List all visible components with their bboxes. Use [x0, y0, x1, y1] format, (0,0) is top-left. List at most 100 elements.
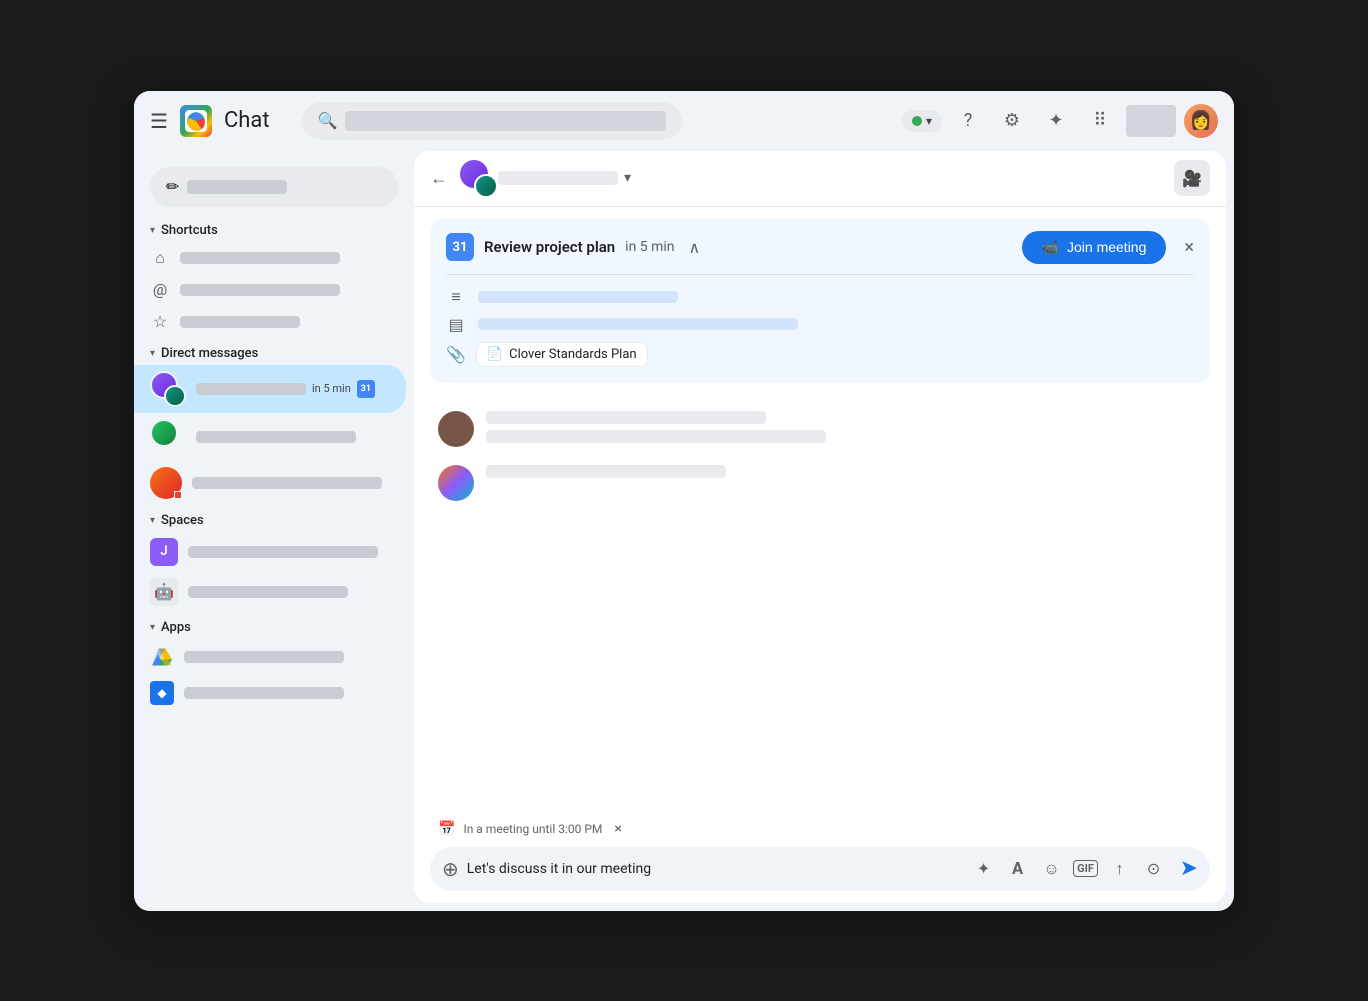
space-name-1: [188, 546, 378, 558]
apps-grid-icon: ⠿: [1093, 110, 1106, 131]
meeting-status-bar: 📅 In a meeting until 3:00 PM ×: [430, 817, 1210, 841]
space-item-1[interactable]: J: [134, 532, 406, 572]
top-bar-actions: ▾ ? ⚙ ✦ ⠿ 👩: [902, 103, 1218, 139]
search-bar[interactable]: 🔍: [302, 102, 682, 140]
chat-header: ← ▾ 🎥: [414, 151, 1226, 207]
list-icon: ≡: [446, 287, 466, 307]
sidebar: ✏ ▾ Shortcuts ⌂ @ ☆ ▾: [134, 151, 414, 911]
space-avatar-j: J: [150, 538, 178, 566]
user-name-placeholder: [1126, 105, 1176, 137]
message-line-1-2: [486, 430, 826, 443]
dm-item-3[interactable]: [134, 461, 406, 505]
sparkle-icon: ✦: [977, 859, 990, 878]
dm-section-header[interactable]: ▾ Direct messages: [134, 338, 414, 365]
message-avatar-1: [438, 411, 474, 447]
send-button[interactable]: ➤: [1180, 856, 1198, 881]
app-diamond-label: [184, 687, 344, 699]
message-avatar-2: [438, 465, 474, 501]
upload-button[interactable]: ↑: [1106, 855, 1134, 883]
meeting-detail-row-2: ▤: [446, 311, 1194, 338]
settings-button[interactable]: ⚙: [994, 103, 1030, 139]
space-name-2: [188, 586, 348, 598]
status-indicator[interactable]: ▾: [902, 110, 942, 132]
search-input[interactable]: [345, 111, 665, 131]
upload-icon: ↑: [1116, 859, 1124, 879]
menu-icon[interactable]: ☰: [150, 109, 168, 133]
mic-button[interactable]: ⊙: [1140, 855, 1168, 883]
dm-item-2[interactable]: [134, 413, 406, 461]
detail-2: [478, 318, 798, 330]
dm-info-active: in 5 min 31: [196, 380, 390, 398]
dm-item-active[interactable]: in 5 min 31: [134, 365, 406, 413]
message-input[interactable]: Let's discuss it in our meeting: [467, 861, 962, 877]
video-call-button[interactable]: 🎥: [1174, 160, 1210, 196]
diamond-icon: ◆: [150, 681, 174, 705]
dm-info-2: [196, 431, 390, 443]
message-content-2: [486, 465, 1202, 484]
message-line-2-1: [486, 465, 726, 478]
meeting-detail-row-1: ≡: [446, 283, 1194, 311]
join-video-icon: 📹: [1042, 239, 1059, 256]
compose-icon: ✏: [166, 177, 179, 196]
add-button[interactable]: ⊕: [442, 857, 459, 881]
gemini-button[interactable]: ✦: [1038, 103, 1074, 139]
sidebar-item-home[interactable]: ⌂: [134, 242, 406, 274]
shortcuts-label: Shortcuts: [161, 223, 218, 238]
chat-header-actions: 🎥: [1174, 160, 1210, 196]
dm-label: Direct messages: [161, 346, 258, 361]
help-button[interactable]: ?: [950, 103, 986, 139]
user-avatar[interactable]: 👩: [1184, 104, 1218, 138]
apps-section-header[interactable]: ▾ Apps: [134, 612, 414, 639]
app-item-drive[interactable]: [134, 639, 406, 675]
dm-caret: ▾: [150, 348, 155, 359]
dm-info-3: [192, 477, 390, 489]
input-box: ⊕ Let's discuss it in our meeting ✦ 𝐀 ☺: [430, 847, 1210, 891]
notification-dot: [174, 491, 182, 499]
spaces-caret: ▾: [150, 515, 155, 526]
meeting-divider: [446, 274, 1194, 275]
apps-button[interactable]: ⠿: [1082, 103, 1118, 139]
emoji-icon: ☺: [1043, 859, 1059, 879]
gif-button[interactable]: GIF: [1072, 855, 1100, 883]
sparkle-button[interactable]: ✦: [970, 855, 998, 883]
app-drive-label: [184, 651, 344, 663]
input-area: 📅 In a meeting until 3:00 PM × ⊕ Let's d…: [414, 809, 1226, 903]
chat-name: [498, 171, 618, 185]
emoji-button[interactable]: ☺: [1038, 855, 1066, 883]
doc-chip[interactable]: 📄 Clover Standards Plan: [476, 342, 648, 367]
dm-avatar-wrapper-3: [150, 467, 182, 499]
dm-name-active: [196, 383, 306, 395]
space-item-2[interactable]: 🤖: [134, 572, 406, 612]
join-meeting-button[interactable]: 📹 Join meeting: [1022, 231, 1167, 264]
meeting-status-text: In a meeting until 3:00 PM: [463, 822, 602, 836]
spaces-section-header[interactable]: ▾ Spaces: [134, 505, 414, 532]
search-icon: 🔍: [318, 111, 338, 130]
compose-button[interactable]: ✏: [150, 167, 398, 207]
status-dot: [912, 116, 922, 126]
app-item-diamond[interactable]: ◆: [134, 675, 406, 711]
drive-icon: [150, 645, 174, 669]
door-icon: ▤: [446, 315, 466, 334]
sidebar-item-starred[interactable]: ☆: [134, 306, 406, 338]
meeting-status-close-button[interactable]: ×: [614, 821, 621, 837]
shortcuts-section-header[interactable]: ▾ Shortcuts: [134, 215, 414, 242]
back-button[interactable]: ←: [430, 168, 448, 189]
top-bar: ☰ Chat 🔍 ▾ ? ⚙: [134, 91, 1234, 151]
meeting-time: in 5 min: [625, 239, 674, 255]
format-button[interactable]: 𝐀: [1004, 855, 1032, 883]
expand-meeting-button[interactable]: ∧: [689, 238, 701, 257]
video-icon: 🎥: [1182, 169, 1202, 188]
compose-label: [187, 180, 287, 194]
meeting-status-icon: 📅: [438, 821, 455, 837]
meeting-title: Review project plan: [484, 238, 615, 256]
home-icon: ⌂: [150, 248, 170, 268]
join-label: Join meeting: [1067, 239, 1146, 255]
close-banner-button[interactable]: ×: [1184, 237, 1194, 258]
meeting-calendar-icon: 31: [446, 233, 474, 261]
chat-chevron-icon[interactable]: ▾: [624, 170, 631, 186]
spaces-label: Spaces: [161, 513, 204, 528]
chat-avatar-group: [458, 158, 498, 198]
mic-icon: ⊙: [1147, 859, 1160, 878]
message-row-1: [438, 411, 1202, 449]
sidebar-item-mentions[interactable]: @: [134, 274, 406, 306]
